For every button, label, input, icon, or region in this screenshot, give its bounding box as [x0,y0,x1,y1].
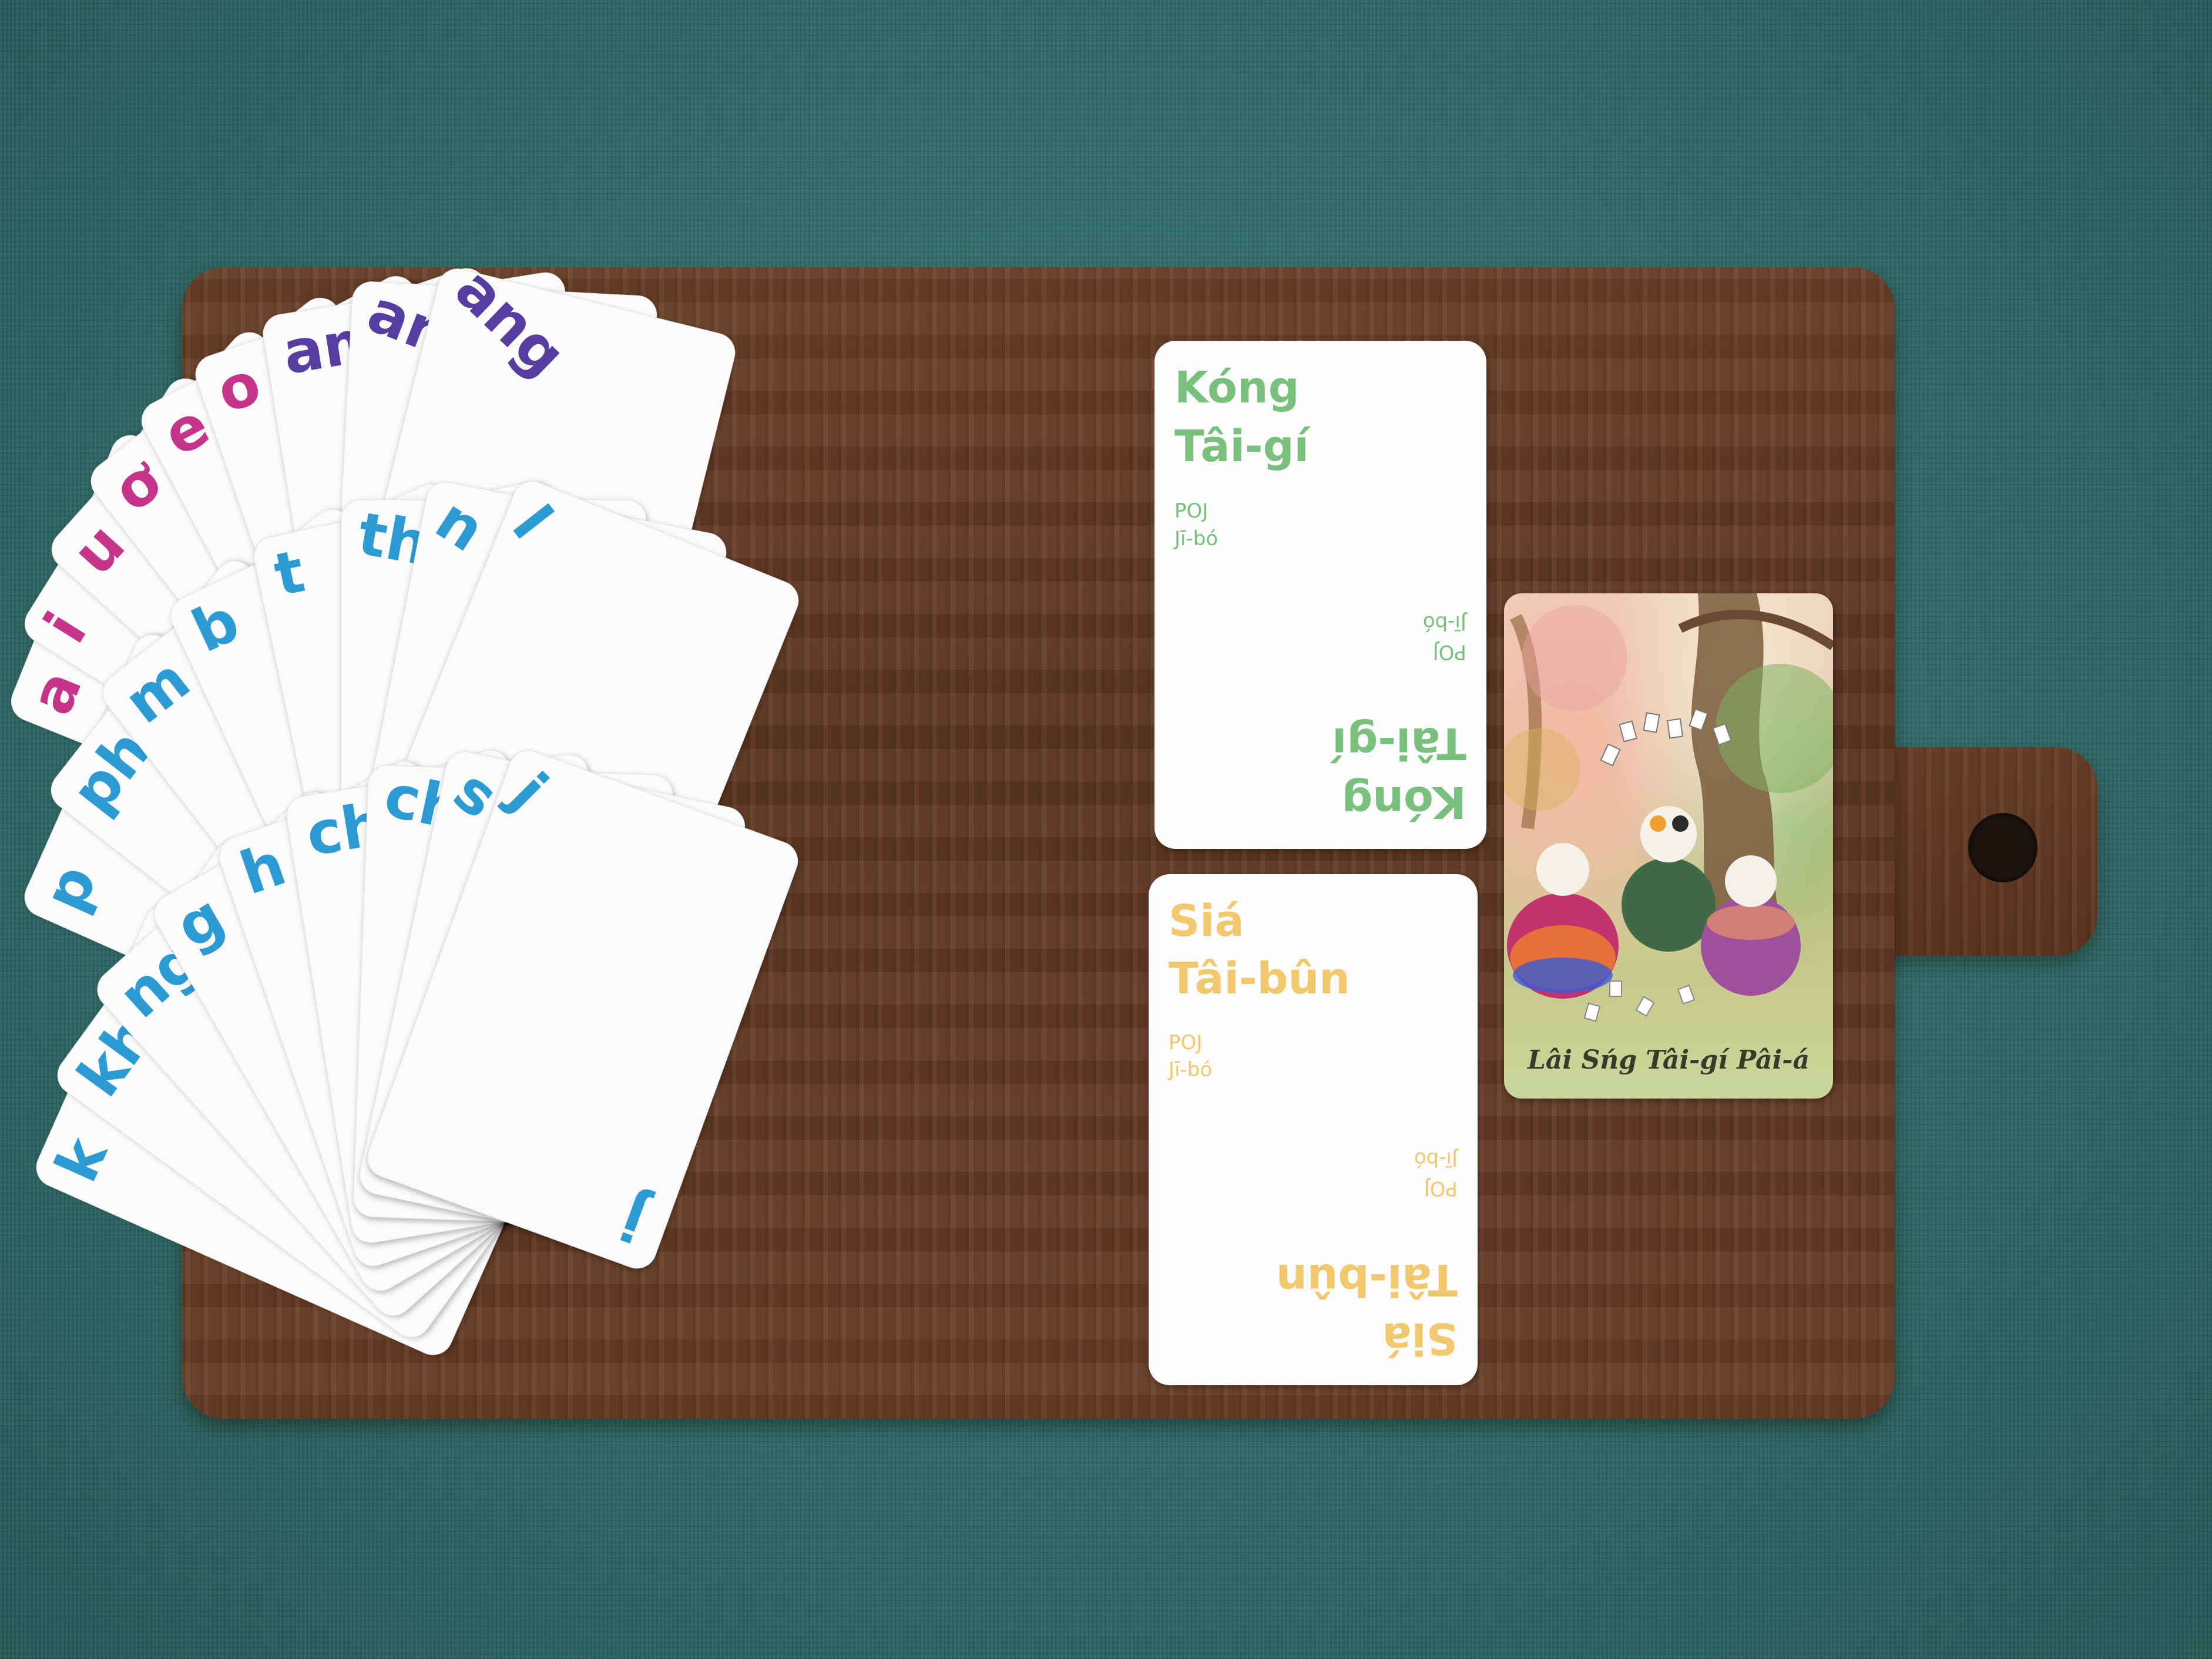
forest-cats-illustration [1504,593,1833,1022]
card-title-line1: Kóng [1174,362,1300,413]
card-letter: k [42,1127,121,1192]
card-sub-line2: Jī-bó [1174,527,1219,550]
card-title-line1: Siá [1169,896,1244,946]
card-sub-line1: POJ [1174,499,1209,523]
card-letter: n [424,484,497,565]
card-sub-line2: Jī-bó [1169,1058,1213,1082]
card-sub-line1-inverted: POJ [1424,1177,1458,1200]
card-sub-line1-inverted: POJ [1432,640,1466,664]
cover-title: Lâi Sńg Tâi-gí Pâi-á [1527,1045,1810,1075]
illustrated-cover-card[interactable]: Lâi Sńg Tâi-gí Pâi-á [1504,593,1833,1099]
card-letter: b [182,586,250,666]
card-title-line2-inverted: Tâi-bûn [1276,1254,1458,1305]
card-sub-line2-inverted: Jī-bó [1414,1147,1458,1171]
card-letter: t [268,536,310,610]
card-letter: j [497,760,560,823]
card-inverted-text: Kóng Tâi-gí POJ Jī-bó [1332,608,1466,831]
card-title-line2: Tâi-gí [1174,421,1309,472]
card-letter: i [31,600,100,654]
card-letter: g [165,881,236,962]
board-handle-hole [1968,813,2038,882]
card-letter-inverted: j [612,1183,654,1255]
card-title-line2: Tâi-bûn [1169,953,1350,1004]
card-letter: a [16,661,96,724]
card-title-line1-inverted: Siá [1382,1313,1458,1364]
card-sub-line1: POJ [1169,1031,1203,1054]
card-title-line2-inverted: Tâi-gí [1332,718,1466,768]
card-letter: h [231,830,294,908]
card-inverted-text: Siá Tâi-bûn POJ Jī-bó [1276,1144,1458,1368]
card-letter: l [499,493,566,552]
card-sub-line2-inverted: Jī-bó [1422,611,1466,634]
sia-taibun-card[interactable]: Siá Tâi-bûn POJ Jī-bó Siá Tâi-bûn POJ Jī… [1149,874,1478,1385]
card-letter: p [30,855,110,922]
card-title-line1-inverted: Kóng [1341,777,1466,827]
card-letter: o [208,348,269,426]
kong-taigi-card[interactable]: Kóng Tâi-gí POJ Jī-bó Kóng Tâi-gí POJ Jī… [1154,341,1486,849]
